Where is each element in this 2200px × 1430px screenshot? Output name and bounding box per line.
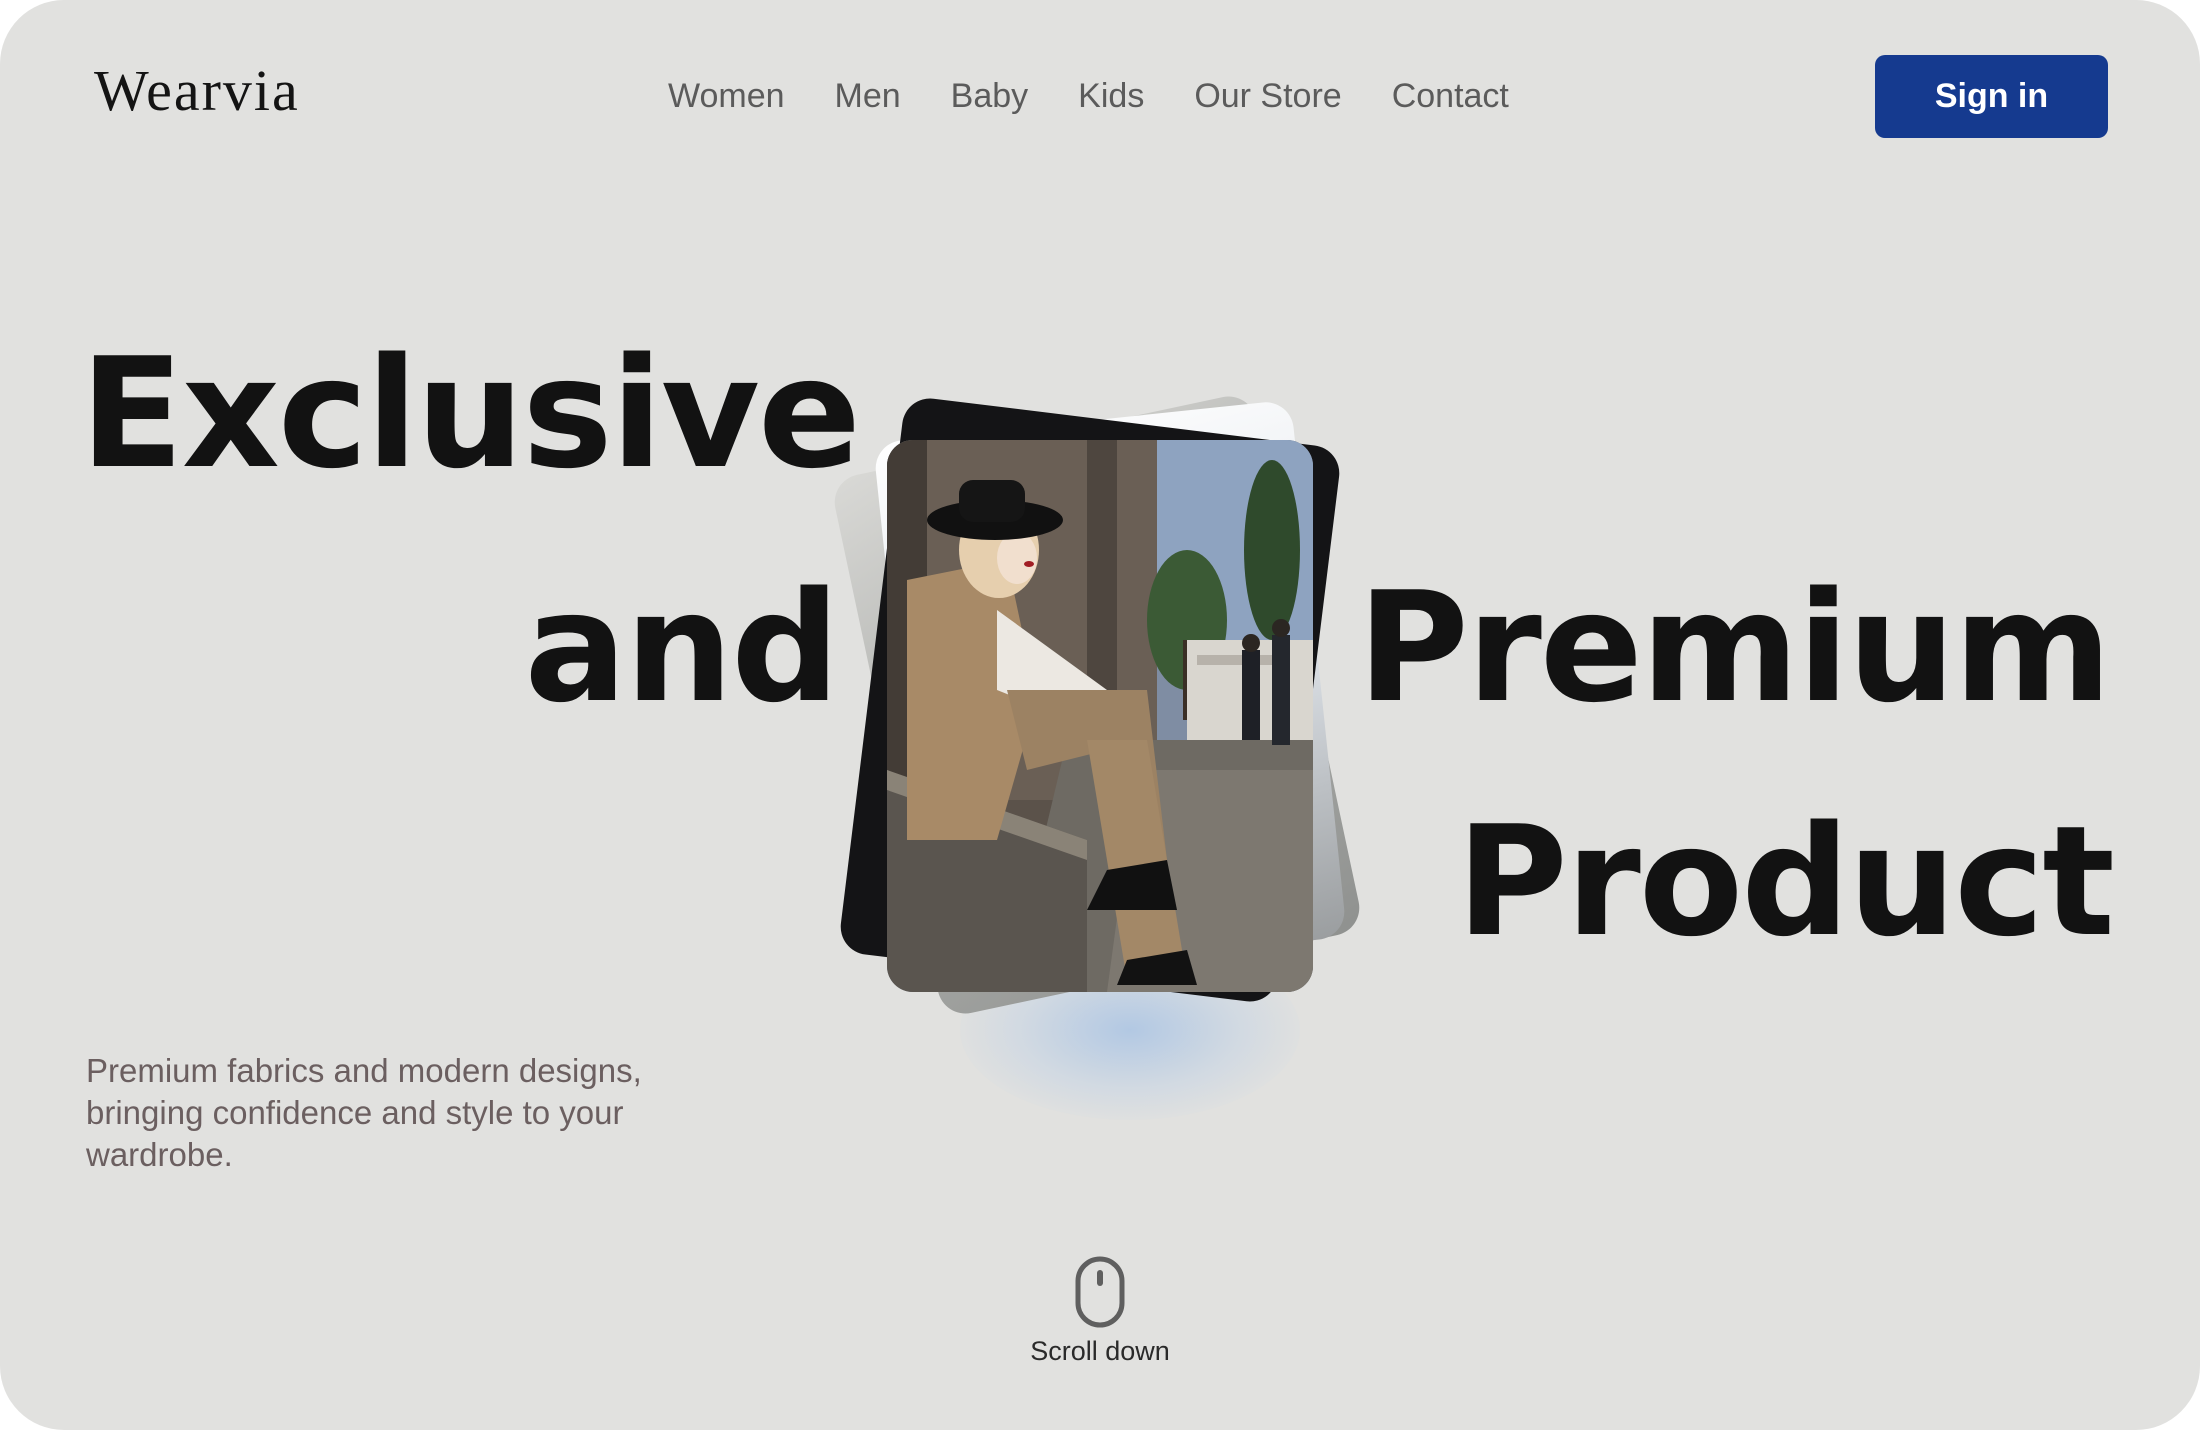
headline-and: and	[524, 559, 840, 736]
landing-page: Wearvia Women Men Baby Kids Our Store Co…	[0, 0, 2200, 1430]
mouse-icon	[1075, 1256, 1125, 1328]
headline-premium: Premium	[1357, 559, 2112, 736]
hero-description: Premium fabrics and modern designs, brin…	[86, 1052, 642, 1173]
fashion-model-photo	[887, 440, 1313, 992]
sign-in-button[interactable]: Sign in	[1875, 55, 2108, 138]
nav-item-our-store[interactable]: Our Store	[1194, 76, 1341, 116]
brand-logo[interactable]: Wearvia	[94, 62, 300, 120]
nav-item-kids[interactable]: Kids	[1078, 76, 1144, 116]
hero-photo-stack	[820, 380, 1400, 1120]
main-nav: Women Men Baby Kids Our Store Contact	[668, 76, 1509, 116]
scroll-down-label: Scroll down	[1030, 1336, 1170, 1366]
nav-item-women[interactable]: Women	[668, 76, 785, 116]
scroll-down-button[interactable]: Scroll down	[1000, 1256, 1200, 1368]
nav-item-contact[interactable]: Contact	[1392, 76, 1509, 116]
nav-item-men[interactable]: Men	[835, 76, 901, 116]
headline-product: Product	[1456, 793, 2115, 970]
photo-illustration	[887, 440, 1313, 992]
headline-exclusive: Exclusive	[80, 325, 861, 502]
nav-item-baby[interactable]: Baby	[951, 76, 1029, 116]
